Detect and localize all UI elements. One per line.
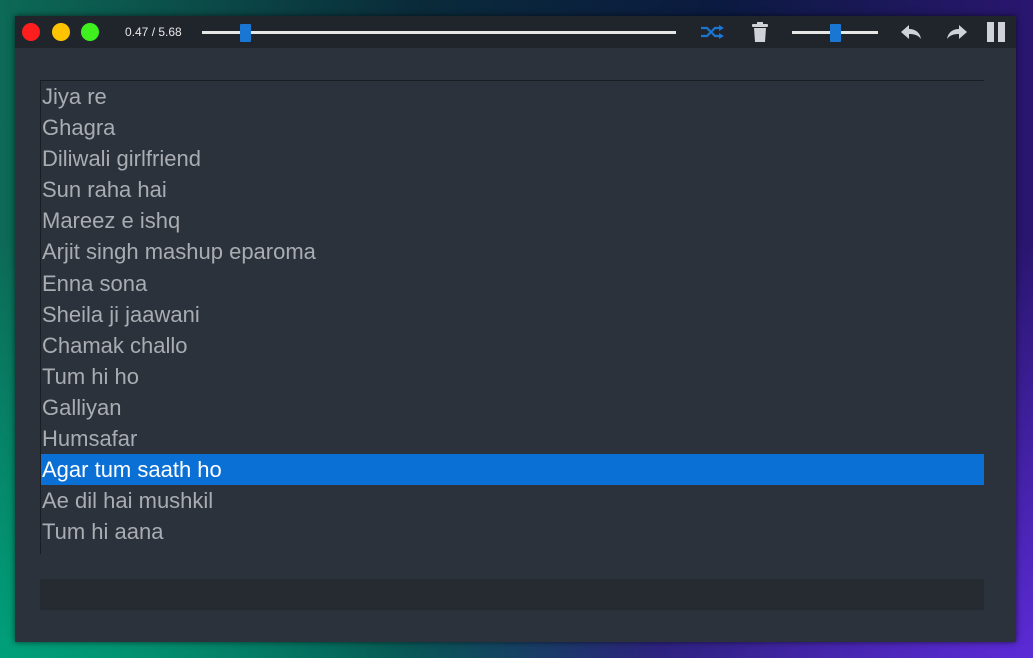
- playlist-item[interactable]: Arjit singh mashup eparoma: [41, 236, 984, 267]
- playlist-item[interactable]: Diliwali girlfriend: [41, 143, 984, 174]
- playlist-item[interactable]: Mareez e ishq: [41, 205, 984, 236]
- minimize-button[interactable]: [52, 23, 70, 41]
- close-button[interactable]: [22, 23, 40, 41]
- playlist-item[interactable]: Enna sona: [41, 268, 984, 299]
- titlebar: 0.47 / 5.68: [15, 16, 1016, 48]
- forward-arrow-icon[interactable]: [946, 21, 968, 43]
- playlist-item[interactable]: Humsafar: [41, 423, 984, 454]
- playlist-item[interactable]: Chamak challo: [41, 330, 984, 361]
- back-arrow-icon[interactable]: [900, 21, 922, 43]
- player-window: 0.47 / 5.68 Jiya re Ghagra Diliwali girl…: [15, 16, 1016, 642]
- playlist-item[interactable]: Sheila ji jaawani: [41, 299, 984, 330]
- playlist-item-selected[interactable]: Agar tum saath ho: [41, 454, 984, 486]
- playlist-item[interactable]: Tum hi ho: [41, 361, 984, 392]
- playlist[interactable]: Jiya re Ghagra Diliwali girlfriend Sun raha…: [40, 80, 984, 554]
- volume-handle[interactable]: [830, 24, 841, 42]
- seek-slider[interactable]: [202, 31, 676, 34]
- trash-icon[interactable]: [751, 21, 769, 43]
- seek-handle[interactable]: [240, 24, 251, 42]
- playlist-item[interactable]: Jiya re: [41, 81, 984, 112]
- pause-icon[interactable]: [985, 21, 1007, 43]
- playlist-item[interactable]: Ghagra: [41, 112, 984, 143]
- maximize-button[interactable]: [81, 23, 99, 41]
- shuffle-icon[interactable]: [700, 21, 726, 43]
- playlist-item[interactable]: Ae dil hai mushkil: [41, 485, 984, 516]
- time-display: 0.47 / 5.68: [125, 25, 182, 39]
- status-bar: [40, 579, 984, 610]
- playlist-item[interactable]: Galliyan: [41, 392, 984, 423]
- playlist-item[interactable]: Tum hi aana: [41, 516, 984, 547]
- playlist-item[interactable]: Sun raha hai: [41, 174, 984, 205]
